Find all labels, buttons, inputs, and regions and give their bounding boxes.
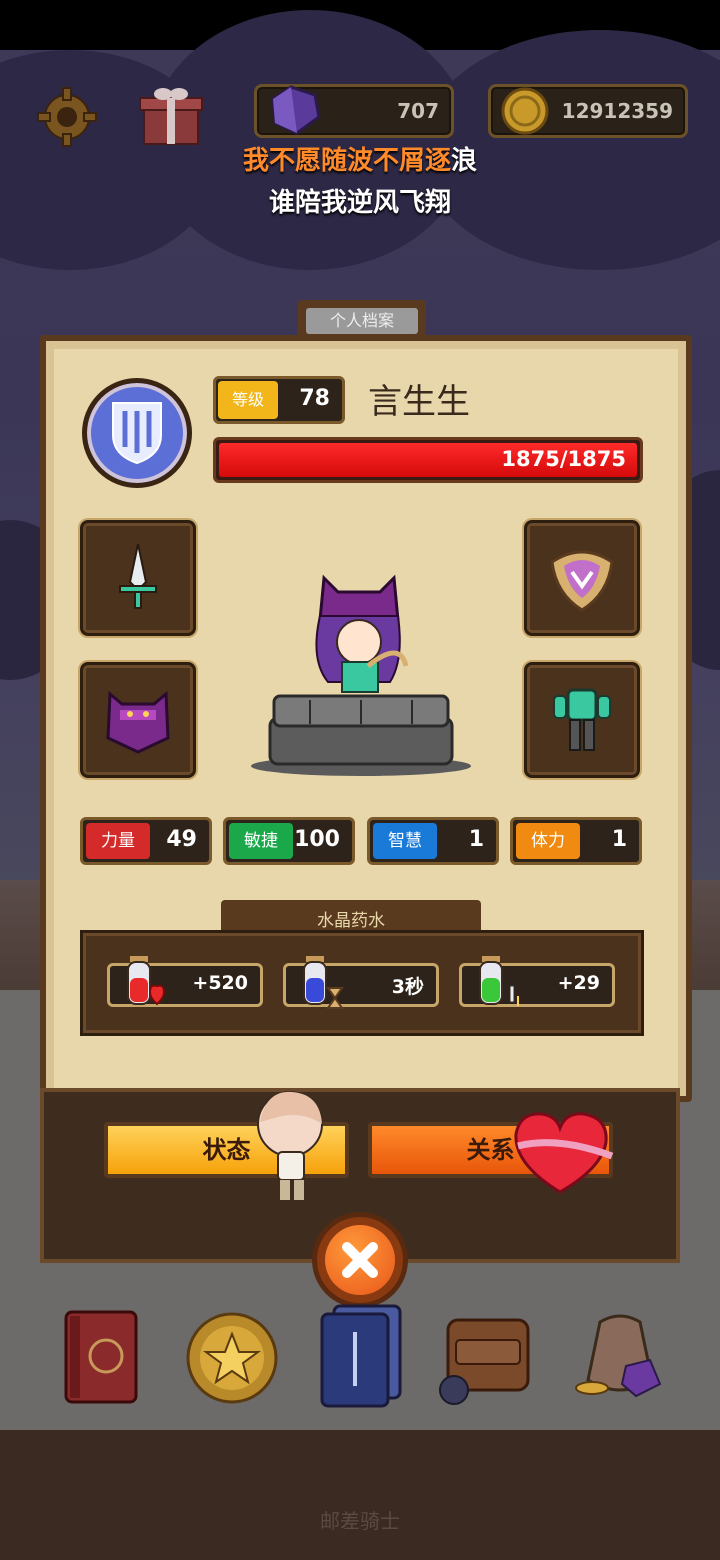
blue-potion-hourglass-icon (303, 956, 344, 1009)
purple-gem-icon (271, 85, 321, 135)
gold-coin-icon (501, 87, 549, 135)
star-coin-icon[interactable] (182, 1300, 282, 1410)
stat-wisdom-label: 智慧 (373, 823, 437, 859)
stat-agility-label: 敏捷 (229, 823, 293, 859)
card-deck-icon[interactable] (316, 1300, 408, 1410)
level-badge: 等级 78 (213, 376, 345, 424)
level-label: 等级 (218, 381, 278, 419)
attack-potion[interactable]: +29 (459, 956, 615, 1007)
stat-strength: 力量 49 (80, 817, 212, 865)
attack-potion-value: +29 (557, 972, 600, 994)
armor-slot[interactable] (524, 662, 640, 778)
armor-suit-icon (553, 688, 611, 751)
helmet-slot[interactable] (80, 662, 196, 778)
health-potion-value: +520 (192, 972, 248, 994)
stat-stamina-value: 1 (611, 827, 627, 852)
stat-agility: 敏捷 100 (223, 817, 355, 865)
heart-ribbon-icon (514, 1112, 614, 1194)
profile-tab: 个人档案 (298, 300, 426, 340)
guild-emblem-icon[interactable] (82, 378, 192, 488)
stat-wisdom: 智慧 1 (367, 817, 499, 865)
close-button[interactable] (312, 1212, 408, 1308)
weapon-slot[interactable] (80, 520, 196, 636)
level-value: 78 (299, 386, 330, 411)
red-potion-heart-icon (127, 956, 166, 1006)
potion-section: +520 3秒 +29 (80, 930, 644, 1036)
time-potion[interactable]: 3秒 (283, 956, 439, 1009)
backpack-icon[interactable] (434, 1300, 546, 1410)
lyric-line-2: 谁陪我逆风飞翔 (268, 188, 451, 218)
stat-wisdom-value: 1 (468, 827, 484, 852)
coin-count: 12912359 (561, 99, 673, 123)
time-potion-value: 3秒 (391, 976, 424, 998)
player-name: 言生生 (368, 382, 470, 422)
gem-count: 707 (397, 99, 439, 123)
accessory-slot[interactable] (524, 520, 640, 636)
gem-counter: 707 (254, 84, 454, 138)
cat-hood-icon (106, 690, 170, 754)
stat-strength-label: 力量 (86, 823, 150, 859)
stat-strength-value: 49 (166, 827, 197, 852)
character-on-pedestal (251, 574, 471, 776)
game-title: 邮差骑士 (320, 1509, 400, 1533)
stat-stamina-label: 体力 (516, 823, 580, 859)
gift-box-icon[interactable] (136, 82, 206, 148)
coin-counter: 12912359 (488, 84, 688, 138)
stat-agility-value: 100 (294, 827, 340, 852)
treasure-bag-icon[interactable] (570, 1300, 670, 1410)
health-potion[interactable]: +520 (107, 956, 263, 1007)
journal-book-icon[interactable] (58, 1300, 148, 1410)
bottom-bar (0, 1430, 720, 1560)
dagger-icon (119, 543, 157, 609)
lyric-line-1-rest: 浪 (451, 146, 478, 176)
lyric-line-1: 我不愿随波不屑逐浪 (0, 140, 720, 177)
potion-section-tab: 水晶药水 (221, 900, 481, 934)
hp-text: 1875/1875 (501, 447, 626, 471)
hp-bar: 1875/1875 (213, 437, 643, 483)
lyric-line-1-highlight: 我不愿随波不屑逐 (242, 146, 451, 176)
chibi-companion (257, 1091, 323, 1200)
green-potion-sword-icon (479, 956, 519, 1006)
crest-icon (550, 550, 614, 612)
profile-tab-title: 个人档案 (306, 308, 418, 334)
stat-stamina: 体力 1 (510, 817, 642, 865)
close-icon (325, 1225, 395, 1295)
potion-section-title: 水晶药水 (317, 911, 385, 931)
